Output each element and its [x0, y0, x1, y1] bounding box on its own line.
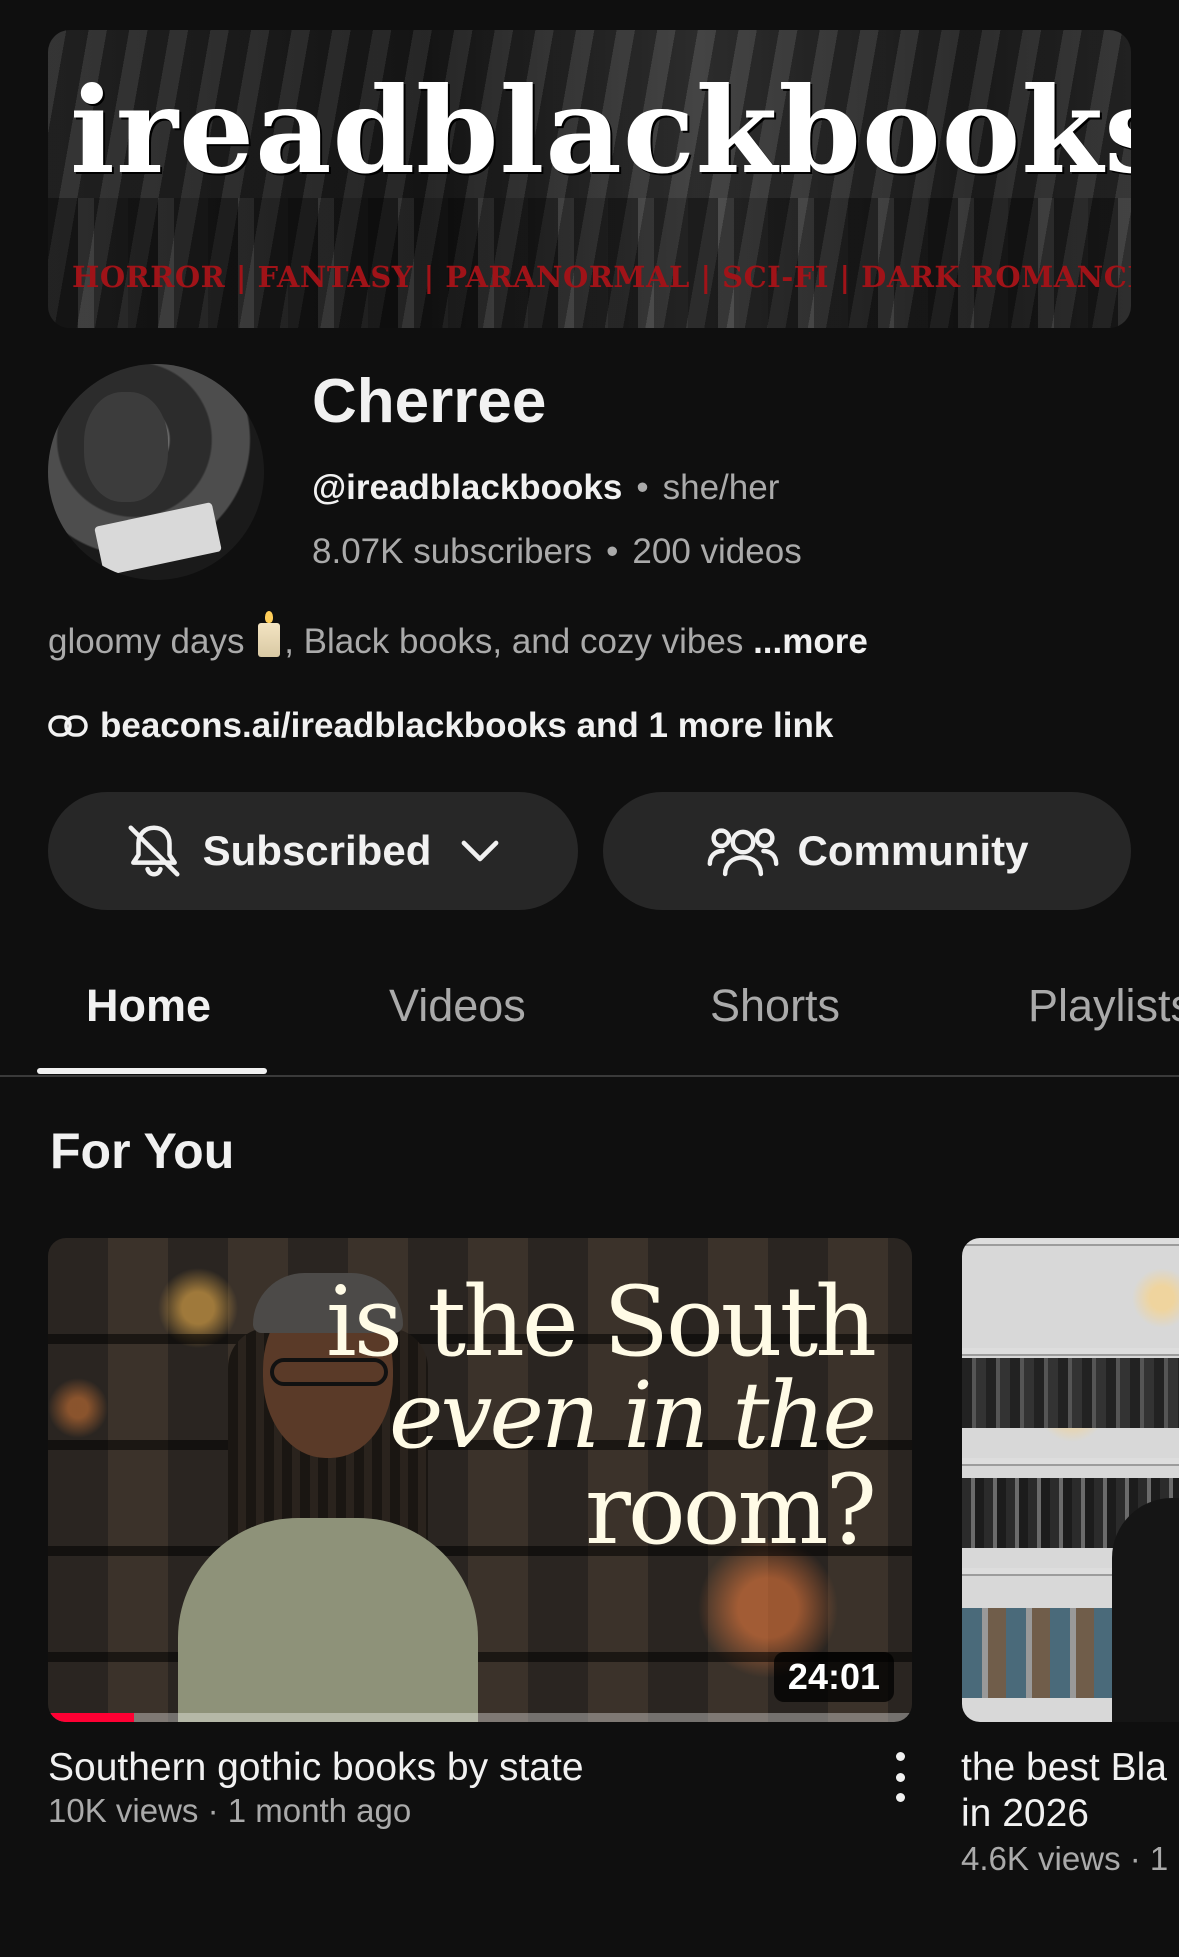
- watch-progress-track: [48, 1713, 912, 1722]
- thumbnail-caption-line-2: even in the: [389, 1362, 877, 1469]
- tab-home[interactable]: Home: [86, 980, 211, 1032]
- avatar-face: [84, 392, 168, 502]
- candle-emoji-icon: [258, 611, 281, 657]
- pronouns: she/her: [662, 468, 780, 507]
- thumbnail-caption: is the South even in the room?: [325, 1266, 877, 1566]
- chevron-down-icon: [461, 840, 499, 862]
- thumbnail-caption-line-1: is the South: [325, 1266, 877, 1378]
- description-more[interactable]: ...more: [753, 622, 868, 661]
- channel-page: ireadblackbooks HORROR | FANTASY | PARAN…: [0, 0, 1179, 1957]
- tabs-divider: [0, 1075, 1179, 1077]
- separator-dot: •: [606, 532, 619, 571]
- subscriber-count: 8.07K subscribers: [312, 532, 593, 571]
- channel-tabs: Home Videos Shorts Playlists: [0, 960, 1179, 1076]
- avatar-book: [94, 502, 222, 576]
- tab-shorts[interactable]: Shorts: [710, 980, 840, 1032]
- video-thumbnail[interactable]: is the South even in the room? 24:01: [48, 1238, 912, 1722]
- section-title: For You: [50, 1123, 235, 1179]
- channel-links[interactable]: beacons.ai/ireadblackbooks and 1 more li…: [48, 706, 833, 746]
- link-icon: [48, 715, 88, 737]
- tab-videos[interactable]: Videos: [389, 980, 526, 1032]
- channel-banner[interactable]: ireadblackbooks HORROR | FANTASY | PARAN…: [48, 30, 1131, 328]
- banner-title: ireadblackbooks: [70, 61, 1131, 200]
- more-vert-icon[interactable]: [888, 1752, 912, 1802]
- watch-progress-fill: [48, 1713, 135, 1722]
- channel-stats: 8.07K subscribers • 200 videos: [312, 532, 802, 572]
- community-button[interactable]: Community: [603, 792, 1131, 910]
- description-text-b: , Black books, and cozy vibes: [284, 622, 754, 661]
- banner-tagline: HORROR | FANTASY | PARANORMAL | SCI-FI |…: [72, 260, 1131, 294]
- channel-name: Cherree: [312, 367, 547, 436]
- avatar[interactable]: [48, 364, 264, 580]
- subscribed-button[interactable]: Subscribed: [48, 792, 578, 910]
- video-meta-2: 4.6K views · 1: [961, 1840, 1169, 1877]
- subscribed-label: Subscribed: [202, 827, 432, 874]
- channel-description[interactable]: gloomy days , Black books, and cozy vibe…: [48, 611, 868, 662]
- channel-link-text[interactable]: beacons.ai/ireadblackbooks and 1 more li…: [100, 706, 833, 746]
- video-title-2-line-2[interactable]: in 2026: [961, 1792, 1089, 1837]
- active-tab-indicator: [37, 1068, 267, 1074]
- thumbnail-person: [1112, 1498, 1179, 1722]
- thumbnail-caption-line-3: room?: [585, 1454, 877, 1566]
- community-label: Community: [797, 827, 1029, 874]
- community-icon: [707, 828, 778, 877]
- tab-playlists[interactable]: Playlists: [1028, 980, 1179, 1032]
- video-title-2-line-1[interactable]: the best Bla: [961, 1746, 1167, 1791]
- video-meta: 10K views · 1 month ago: [48, 1792, 412, 1829]
- description-text-a: gloomy days: [48, 622, 255, 661]
- video-count: 200 videos: [632, 532, 802, 571]
- video-title[interactable]: Southern gothic books by state: [48, 1746, 584, 1791]
- bell-off-icon: [128, 825, 180, 877]
- separator-dot: •: [636, 468, 649, 507]
- video-duration-badge: 24:01: [773, 1652, 894, 1702]
- channel-handle: @ireadblackbooks: [312, 468, 623, 507]
- handle-row: @ireadblackbooks • she/her: [312, 468, 779, 508]
- thumbnail-books: [962, 1358, 1179, 1428]
- video-thumbnail-2[interactable]: [962, 1238, 1179, 1722]
